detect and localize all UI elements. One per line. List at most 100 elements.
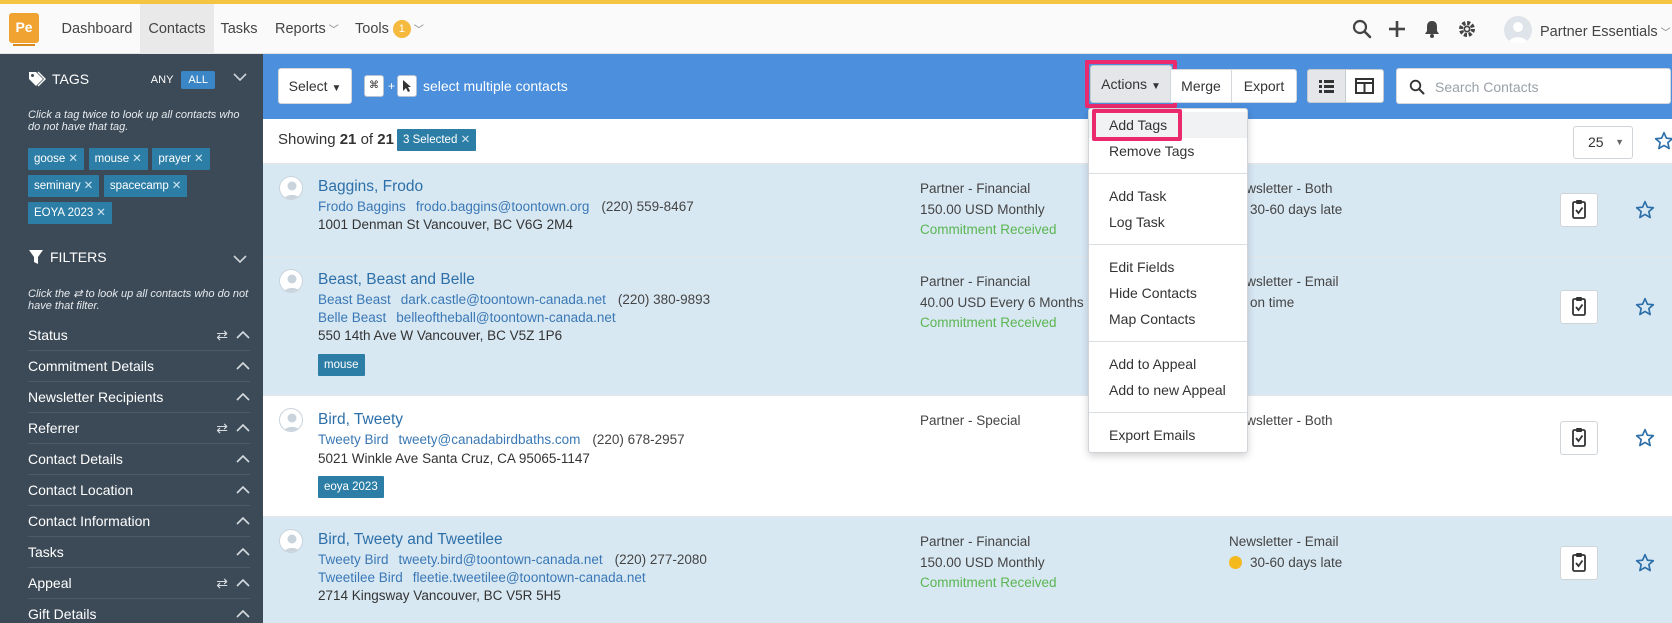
filter-appeal[interactable]: Appeal ⇄ xyxy=(28,568,250,599)
tag-chip[interactable]: goose ✕ xyxy=(28,148,84,170)
contact-row[interactable]: Beast, Beast and Belle Beast Beast dark.c… xyxy=(263,257,1672,396)
status-label: Partner - Financial xyxy=(920,534,1031,549)
select-dropdown-button[interactable]: Select ▼ xyxy=(278,68,352,104)
reverse-filter-icon[interactable]: ⇄ xyxy=(216,413,228,444)
log-task-button[interactable] xyxy=(1560,421,1598,455)
email-link[interactable]: belleoftheball@toontown-canada.net xyxy=(396,310,615,325)
filter-status[interactable]: Status ⇄ xyxy=(28,320,250,351)
contact-row[interactable]: Baggins, Frodo Frodo Baggins frodo.baggin… xyxy=(263,164,1672,257)
contact-person-line: Beast Beast dark.castle@toontown-canada.n… xyxy=(318,292,710,307)
close-icon[interactable]: ✕ xyxy=(194,153,204,165)
email-link[interactable]: dark.castle@toontown-canada.net xyxy=(401,292,606,307)
list-view-button[interactable] xyxy=(1307,69,1346,103)
star-icon[interactable] xyxy=(1635,553,1655,576)
person-name-link[interactable]: Tweety Bird xyxy=(318,552,389,567)
filter-commitment-details[interactable]: Commitment Details xyxy=(28,351,250,382)
log-task-button[interactable] xyxy=(1560,290,1598,324)
menu-item-export-emails[interactable]: Export Emails xyxy=(1089,422,1247,448)
log-task-button[interactable] xyxy=(1560,546,1598,580)
export-button[interactable]: Export xyxy=(1231,69,1297,103)
filter-gift-details[interactable]: Gift Details xyxy=(28,599,250,623)
tags-header[interactable]: TAGS xyxy=(28,64,89,94)
menu-item-remove-tags[interactable]: Remove Tags xyxy=(1089,138,1247,164)
star-icon[interactable] xyxy=(1635,428,1655,451)
nav-tasks[interactable]: Tasks xyxy=(214,4,264,54)
contact-tag[interactable]: eoya 2023 xyxy=(318,476,384,498)
email-link[interactable]: frodo.baggins@toontown.org xyxy=(416,199,590,214)
chevron-down-icon[interactable] xyxy=(233,252,247,267)
filter-contact-details[interactable]: Contact Details xyxy=(28,444,250,475)
per-page-select[interactable]: 25 ▼ xyxy=(1573,126,1633,159)
close-icon[interactable]: ✕ xyxy=(461,134,471,146)
merge-button[interactable]: Merge xyxy=(1170,69,1232,103)
tag-chip[interactable]: prayer ✕ xyxy=(152,148,210,170)
close-icon[interactable]: ✕ xyxy=(84,180,94,192)
person-name-link[interactable]: Belle Beast xyxy=(318,310,386,325)
tags-match-toggle[interactable]: ANY ALL xyxy=(151,71,215,89)
user-avatar[interactable] xyxy=(1504,16,1532,44)
filter-label: Contact Information xyxy=(28,513,151,529)
star-all-icon[interactable] xyxy=(1654,131,1672,154)
close-icon[interactable]: ✕ xyxy=(132,153,142,165)
contact-name[interactable]: Bird, Tweety xyxy=(318,411,403,429)
filter-contact-information[interactable]: Contact Information xyxy=(28,506,250,537)
filters-header-label: FILTERS xyxy=(50,249,107,265)
selected-count-badge[interactable]: 3 Selected ✕ xyxy=(397,129,477,151)
star-icon[interactable] xyxy=(1635,200,1655,223)
close-icon[interactable]: ✕ xyxy=(68,153,78,165)
contact-name[interactable]: Bird, Tweety and Tweetilee xyxy=(318,531,503,549)
user-menu[interactable]: Partner Essentials ﹀ xyxy=(1540,4,1671,54)
tag-chip[interactable]: spacecamp ✕ xyxy=(103,175,188,197)
filter-tasks[interactable]: Tasks xyxy=(28,537,250,568)
any-option[interactable]: ANY xyxy=(151,74,174,86)
contact-name[interactable]: Beast, Beast and Belle xyxy=(318,271,475,289)
search-input[interactable] xyxy=(1435,77,1655,97)
menu-item-edit-fields[interactable]: Edit Fields xyxy=(1089,254,1247,280)
menu-item-map-contacts[interactable]: Map Contacts xyxy=(1089,306,1247,332)
filter-contact-location[interactable]: Contact Location xyxy=(28,475,250,506)
contact-row[interactable]: Bird, Tweety and Tweetilee Tweety Bird tw… xyxy=(263,517,1672,623)
bell-icon[interactable] xyxy=(1422,19,1444,41)
email-link[interactable]: tweety.bird@toontown-canada.net xyxy=(399,552,603,567)
menu-item-hide-contacts[interactable]: Hide Contacts xyxy=(1089,280,1247,306)
star-icon[interactable] xyxy=(1635,297,1655,320)
email-link[interactable]: tweety@canadabirdbaths.com xyxy=(399,432,581,447)
tag-chip[interactable]: EOYA 2023 ✕ xyxy=(28,202,112,224)
log-task-button[interactable] xyxy=(1560,193,1598,227)
person-name-link[interactable]: Tweety Bird xyxy=(318,432,389,447)
all-option[interactable]: ALL xyxy=(181,71,215,89)
search-icon[interactable] xyxy=(1352,19,1374,41)
nav-tools-label: Tools xyxy=(355,21,389,37)
gear-icon[interactable] xyxy=(1457,19,1479,41)
menu-item-add-task[interactable]: Add Task xyxy=(1089,183,1247,209)
menu-item-add-to-appeal[interactable]: Add to Appeal xyxy=(1089,351,1247,377)
split-view-button[interactable] xyxy=(1345,69,1384,103)
reverse-filter-icon[interactable]: ⇄ xyxy=(216,568,228,599)
person-name-link[interactable]: Frodo Baggins xyxy=(318,199,406,214)
email-link[interactable]: fleetie.tweetilee@toontown-canada.net xyxy=(413,570,646,585)
filter-newsletter-recipients[interactable]: Newsletter Recipients xyxy=(28,382,250,413)
app-logo[interactable]: Pe xyxy=(9,13,39,43)
tag-chip[interactable]: seminary ✕ xyxy=(28,175,100,197)
reverse-filter-icon[interactable]: ⇄ xyxy=(216,320,228,351)
contact-name[interactable]: Baggins, Frodo xyxy=(318,178,423,196)
tag-chip[interactable]: mouse ✕ xyxy=(88,148,148,170)
nav-reports[interactable]: Reports ﹀ xyxy=(275,4,339,54)
contact-row[interactable]: Bird, Tweety Tweety Bird tweety@canadabir… xyxy=(263,396,1672,517)
contact-person-line: Tweety Bird tweety@canadabirdbaths.com (22… xyxy=(318,432,685,447)
person-name-link[interactable]: Beast Beast xyxy=(318,292,391,307)
nav-dashboard[interactable]: Dashboard xyxy=(52,4,142,54)
close-icon[interactable]: ✕ xyxy=(96,207,106,219)
chevron-down-icon[interactable] xyxy=(233,70,247,85)
menu-item-log-task[interactable]: Log Task xyxy=(1089,209,1247,235)
contact-tag[interactable]: mouse xyxy=(318,354,365,376)
filter-referrer[interactable]: Referrer ⇄ xyxy=(28,413,250,444)
close-icon[interactable]: ✕ xyxy=(172,180,182,192)
plus-icon[interactable] xyxy=(1387,19,1409,41)
menu-item-add-to-new-appeal[interactable]: Add to new Appeal xyxy=(1089,377,1247,403)
person-name-link[interactable]: Tweetilee Bird xyxy=(318,570,403,585)
filters-header[interactable]: FILTERS xyxy=(28,242,107,272)
nav-tools[interactable]: Tools 1 ﹀ xyxy=(355,4,424,54)
search-field[interactable] xyxy=(1396,68,1671,104)
nav-contacts[interactable]: Contacts xyxy=(140,4,214,54)
